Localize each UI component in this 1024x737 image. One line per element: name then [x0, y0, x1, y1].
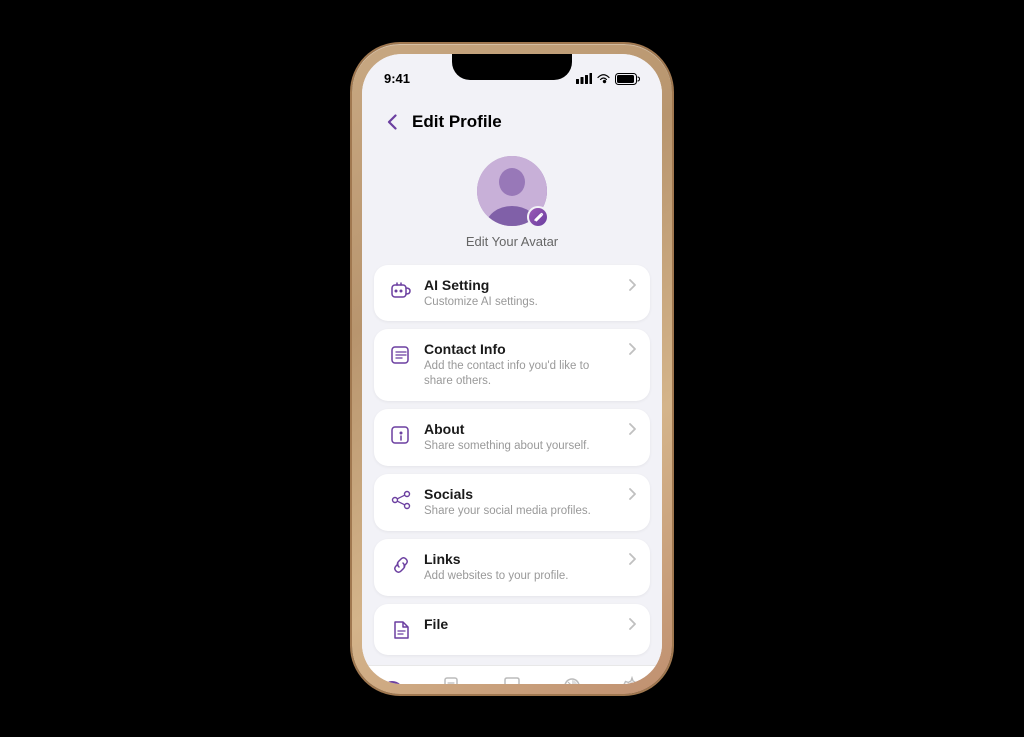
avatar-container[interactable]: [477, 156, 547, 226]
menu-item-links[interactable]: Links Add websites to your profile.: [374, 539, 650, 596]
phone-screen: 9:41: [362, 54, 662, 684]
menu-item-contact-info[interactable]: Contact Info Add the contact info you'd …: [374, 329, 650, 401]
status-icons: [576, 73, 640, 85]
chevron-socials: [629, 488, 636, 500]
menu-title-links: Links: [424, 551, 619, 567]
menu-list: AI Setting Customize AI settings.: [362, 265, 662, 656]
menu-subtitle-socials: Share your social media profiles.: [424, 504, 619, 519]
menu-title-contact-info: Contact Info: [424, 341, 619, 357]
menu-item-about[interactable]: About Share something about yourself.: [374, 409, 650, 466]
menu-text-file: File: [424, 616, 619, 634]
back-button[interactable]: [378, 108, 406, 136]
analytics-nav-icon: [560, 674, 584, 683]
menu-subtitle-links: Add websites to your profile.: [424, 569, 619, 584]
chevron-ai-setting: [629, 279, 636, 291]
menu-subtitle-contact-info: Add the contact info you'd like to share…: [424, 359, 619, 389]
file-icon: [388, 617, 414, 643]
nav-item-contact[interactable]: Contact: [422, 674, 482, 683]
menu-text-socials: Socials Share your social media profiles…: [424, 486, 619, 519]
signal-icon: [576, 73, 592, 84]
profile-nav-icon: [380, 681, 404, 684]
page-title: Edit Profile: [412, 112, 502, 132]
chats-nav-icon: [500, 674, 524, 683]
menu-text-contact-info: Contact Info Add the contact info you'd …: [424, 341, 619, 389]
nav-item-analytics[interactable]: Analytics: [542, 674, 602, 683]
menu-title-about: About: [424, 421, 619, 437]
about-icon: [388, 422, 414, 448]
menu-text-ai-setting: AI Setting Customize AI settings.: [424, 277, 619, 310]
avatar-edit-badge[interactable]: [527, 206, 549, 228]
chevron-about: [629, 423, 636, 435]
avatar-section: Edit Your Avatar: [362, 144, 662, 265]
avatar-label: Edit Your Avatar: [466, 234, 558, 249]
chevron-contact-info: [629, 343, 636, 355]
nav-item-profile[interactable]: [362, 681, 422, 684]
links-icon: [388, 552, 414, 578]
chevron-file: [629, 618, 636, 630]
socials-icon: [388, 487, 414, 513]
phone-frame: 9:41: [352, 44, 672, 694]
menu-text-links: Links Add websites to your profile.: [424, 551, 619, 584]
menu-item-file[interactable]: File: [374, 604, 650, 655]
ai-setting-icon: [388, 278, 414, 304]
menu-text-about: About Share something about yourself.: [424, 421, 619, 454]
nav-item-setting[interactable]: Setting: [602, 674, 662, 683]
menu-subtitle-about: Share something about yourself.: [424, 439, 619, 454]
setting-nav-icon: [620, 674, 644, 683]
status-time: 9:41: [384, 71, 410, 86]
notch: [452, 54, 572, 80]
menu-title-file: File: [424, 616, 619, 632]
page-header: Edit Profile: [362, 98, 662, 144]
menu-title-socials: Socials: [424, 486, 619, 502]
chevron-links: [629, 553, 636, 565]
menu-item-ai-setting[interactable]: AI Setting Customize AI settings.: [374, 265, 650, 322]
contact-info-icon: [388, 342, 414, 368]
contact-nav-icon: [440, 674, 464, 683]
battery-icon: [615, 73, 640, 85]
nav-item-chats[interactable]: Chats: [482, 674, 542, 683]
menu-item-socials[interactable]: Socials Share your social media profiles…: [374, 474, 650, 531]
edit-icon: [533, 211, 544, 222]
bottom-navigation: Contact Chats: [362, 665, 662, 683]
screen-content: Edit Profile: [362, 98, 662, 684]
menu-title-ai-setting: AI Setting: [424, 277, 619, 293]
menu-subtitle-ai-setting: Customize AI settings.: [424, 295, 619, 310]
wifi-icon: [596, 73, 611, 84]
